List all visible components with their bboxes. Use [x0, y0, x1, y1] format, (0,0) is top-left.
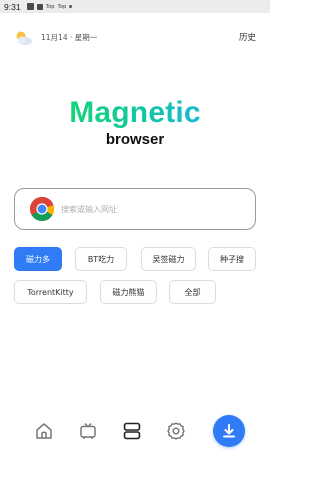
search-bar[interactable] — [14, 188, 256, 230]
notification-icon — [36, 3, 43, 10]
chip-torrentkitty[interactable]: TorrentKitty — [14, 280, 87, 304]
download-icon — [223, 424, 235, 438]
search-input[interactable] — [61, 204, 241, 214]
status-tag: Top — [45, 3, 55, 10]
logo-title: Magnetic — [0, 96, 270, 130]
status-time: 9:31 — [4, 1, 21, 12]
chip-wuqian-cili[interactable]: 吴签磁力 — [141, 247, 196, 271]
status-dot-icon — [69, 5, 73, 8]
logo-title-text: Magnetic — [69, 96, 201, 129]
notification-icon — [26, 3, 34, 10]
status-tag: Top — [57, 3, 67, 10]
chip-zhongzi-sou[interactable]: 种子搜 — [208, 247, 256, 271]
tabs-icon[interactable] — [122, 421, 142, 441]
home-icon[interactable] — [34, 421, 54, 441]
logo-subtitle: browser — [105, 131, 165, 148]
date-label: 11月14 · 星期一 — [41, 33, 98, 42]
partly-cloudy-icon — [16, 31, 32, 45]
chip-bt-chili[interactable]: BT吃力 — [75, 247, 127, 271]
history-button[interactable]: 历史 — [239, 31, 256, 43]
header: 11月14 · 星期一 历史 — [0, 29, 270, 47]
download-button[interactable] — [213, 415, 245, 447]
chip-cili-xiongmao[interactable]: 磁力熊猫 — [100, 280, 157, 304]
chip-cili-duo[interactable]: 磁力多 — [14, 247, 62, 271]
settings-icon[interactable] — [166, 421, 186, 441]
app-screen: 9:31 Top Top 11月14 · 星期一 历史 Magnetic bro… — [0, 0, 270, 480]
status-bar: 9:31 Top Top — [0, 0, 270, 13]
chrome-icon[interactable] — [29, 196, 55, 222]
tv-icon[interactable] — [78, 421, 98, 441]
chip-all[interactable]: 全部 — [169, 280, 216, 304]
